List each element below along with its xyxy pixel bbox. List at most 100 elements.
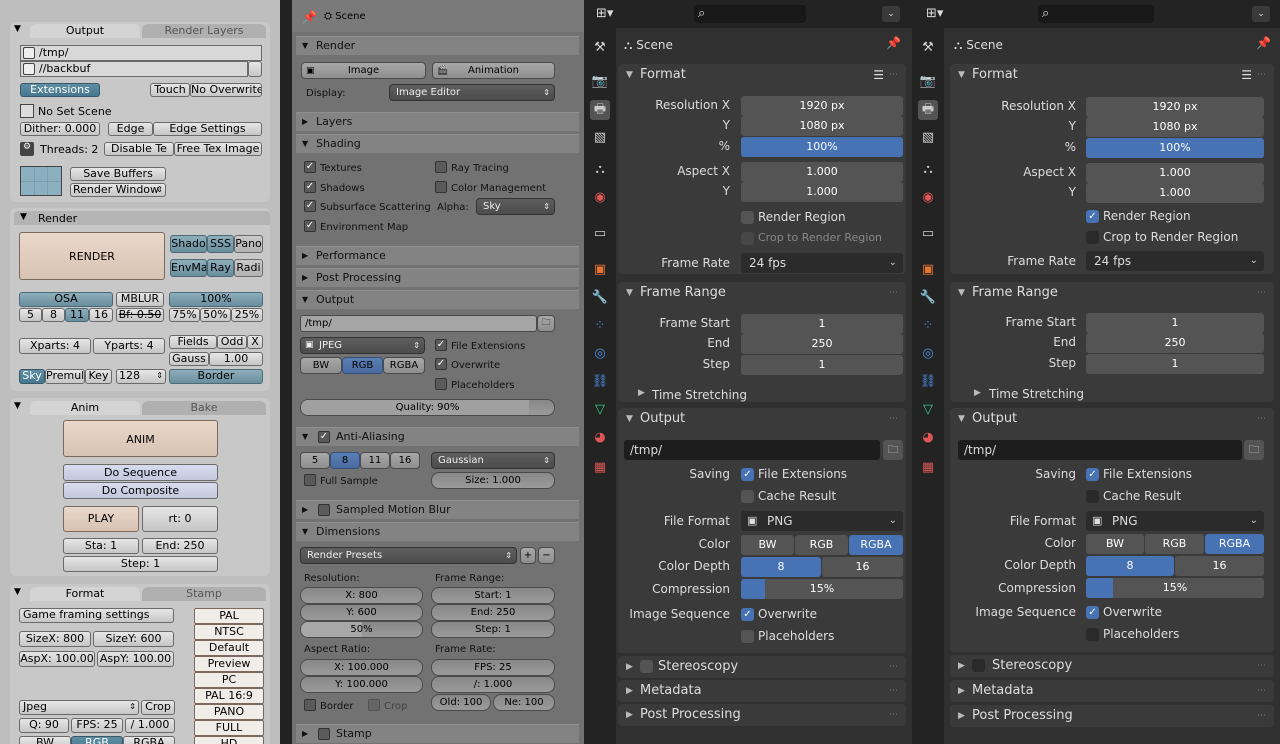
aspy-field[interactable]: AspY: 100.00	[97, 651, 174, 667]
pin-icon[interactable]: 📌	[1256, 36, 1271, 50]
resolution-percentage-slider[interactable]: 50%	[300, 621, 423, 638]
key-toggle[interactable]: Key	[85, 369, 112, 384]
resolution-x-field[interactable]: X: 800	[300, 587, 423, 604]
texture-tab-icon[interactable]: ▦	[590, 458, 610, 478]
material-tab-icon[interactable]: ◕	[590, 428, 610, 448]
tab-stamp[interactable]: Stamp	[142, 587, 266, 601]
save-buffers-toggle[interactable]: Save Buffers	[70, 167, 166, 181]
preset-button[interactable]: HD	[194, 736, 264, 744]
osa-toggle[interactable]: OSA	[19, 292, 113, 307]
color-depth-8-option[interactable]: 8	[1086, 556, 1174, 576]
aa-11-option[interactable]: 11	[360, 452, 390, 469]
aspect-y-field[interactable]: 1.000	[1086, 183, 1264, 203]
aspx-field[interactable]: AspX: 100.00	[19, 651, 95, 667]
aspect-y-field[interactable]: 1.000	[741, 182, 903, 202]
aa-8-option[interactable]: 8	[330, 452, 360, 469]
ray-toggle[interactable]: Ray	[207, 259, 234, 277]
data-tab-icon[interactable]: ▽	[918, 400, 938, 420]
object-tab-icon[interactable]: ▣	[918, 260, 938, 280]
file-extensions-checkbox[interactable]: ✓	[741, 468, 754, 481]
time-remap-old-field[interactable]: Old: 100	[431, 694, 491, 711]
output-tab-icon[interactable]: 🖶	[590, 100, 610, 120]
preset-button[interactable]: Preview	[194, 656, 264, 672]
overwrite-checkbox[interactable]: ✓	[741, 608, 754, 621]
anti-aliasing-panel-header[interactable]: ▼ ✓ Anti-Aliasing	[296, 427, 579, 446]
extensions-toggle[interactable]: Extensions	[20, 83, 100, 97]
radiosity-toggle[interactable]: Radi	[234, 259, 263, 277]
backbuf-toggle[interactable]	[248, 61, 262, 77]
frame-end-field[interactable]: 250	[741, 334, 903, 354]
texture-tab-icon[interactable]: ▦	[918, 458, 938, 478]
shading-panel-header[interactable]: ▼ Shading	[296, 134, 579, 153]
material-tab-icon[interactable]: ◕	[918, 428, 938, 448]
cache-result-checkbox[interactable]	[741, 490, 754, 503]
format-section-header[interactable]: ▼ Format ☰ ⋯	[950, 64, 1274, 86]
fps-field[interactable]: FPS: 25	[431, 659, 555, 676]
realtime-field[interactable]: rt: 0	[142, 506, 218, 532]
tab-format[interactable]: Format	[30, 587, 140, 601]
quality-slider[interactable]: Quality: 90%	[300, 399, 555, 416]
rgb-option[interactable]: RGB	[71, 736, 123, 744]
fps-field[interactable]: FPS: 25	[71, 718, 123, 733]
render-image-button[interactable]: ▣ Image	[301, 62, 426, 79]
collapse-triangle-icon[interactable]: ▼	[14, 587, 21, 597]
dither-field[interactable]: Dither: 0.000	[20, 122, 100, 136]
rgb-option[interactable]: RGB	[342, 357, 383, 374]
color-depth-16-option[interactable]: 16	[822, 557, 903, 577]
preset-button[interactable]: Default	[194, 640, 264, 656]
render-presets-select[interactable]: Render Presets ⇕	[300, 547, 517, 564]
output-path-field[interactable]: /tmp/	[20, 45, 262, 61]
particles-tab-icon[interactable]: ⁘	[918, 316, 938, 336]
sampled-motion-blur-panel-header[interactable]: ▶ Sampled Motion Blur	[296, 500, 579, 519]
output-section-header[interactable]: ▼ Output ⋯	[618, 408, 906, 430]
frame-range-section-header[interactable]: ▼ Frame Range ⋯	[618, 282, 906, 304]
osa-11-option[interactable]: 11	[65, 308, 89, 322]
tool-tab-icon[interactable]: ⚒	[918, 38, 938, 58]
textures-checkbox[interactable]: ✓	[304, 161, 316, 173]
preset-button[interactable]: PANO	[194, 704, 264, 720]
yparts-field[interactable]: Yparts: 4	[93, 338, 165, 354]
motion-blur-factor-field[interactable]: Bf: 0.50	[116, 308, 164, 322]
rgba-option[interactable]: RGBA	[123, 736, 175, 744]
search-input[interactable]: ⌕	[694, 5, 806, 23]
fields-toggle[interactable]: Fields	[169, 335, 217, 349]
tab-output[interactable]: Output	[30, 24, 140, 38]
folder-icon[interactable]: 🗀	[1244, 440, 1264, 460]
frame-start-field[interactable]: Start: 1	[431, 587, 555, 604]
sizey-field[interactable]: SizeY: 600	[93, 631, 174, 647]
aa-size-field[interactable]: Size: 1.000	[431, 472, 555, 489]
drag-handle-icon[interactable]: ⋯	[889, 282, 898, 304]
object-tab-icon[interactable]: ▣	[590, 260, 610, 280]
output-tab-icon[interactable]: 🖶	[918, 100, 938, 120]
folder-icon[interactable]: 🗀	[883, 440, 903, 460]
world-tab-icon[interactable]: ◉	[918, 188, 938, 208]
rgba-option[interactable]: RGBA	[849, 535, 903, 555]
resolution-percentage-slider[interactable]: 100%	[741, 137, 903, 157]
time-stretching-subpanel[interactable]: Time Stretching	[652, 388, 747, 402]
rgb-option[interactable]: RGB	[795, 535, 848, 555]
play-button[interactable]: PLAY	[63, 506, 139, 532]
resolution-y-field[interactable]: 1080 px	[741, 116, 903, 136]
time-remap-new-field[interactable]: Ne: 100	[493, 694, 555, 711]
crop-toggle[interactable]: Crop	[141, 700, 175, 715]
aa-16-option[interactable]: 16	[390, 452, 420, 469]
sampled-motion-blur-checkbox[interactable]	[318, 504, 330, 516]
cache-result-checkbox[interactable]	[1086, 490, 1099, 503]
metadata-section[interactable]: ▶ Metadata ⋯	[618, 680, 906, 702]
frame-step-field[interactable]: 1	[1086, 354, 1264, 374]
stereoscopy-checkbox[interactable]	[972, 659, 985, 672]
crop-checkbox[interactable]	[368, 699, 380, 711]
editor-type-icon[interactable]: ⊞▾	[926, 6, 943, 21]
collapse-triangle-icon[interactable]: ▼	[14, 401, 21, 411]
frame-start-field[interactable]: 1	[741, 314, 903, 334]
file-format-select[interactable]: ▣ PNG ⌄	[741, 511, 903, 531]
remove-preset-button[interactable]: −	[538, 547, 555, 564]
envmap-toggle[interactable]: EnvMa	[170, 259, 207, 277]
drag-handle-icon[interactable]: ⋯	[889, 408, 898, 430]
color-management-checkbox[interactable]	[435, 181, 447, 193]
data-tab-icon[interactable]: ▽	[590, 400, 610, 420]
folder-icon[interactable]	[23, 47, 35, 59]
quality-field[interactable]: Q: 90	[19, 718, 69, 733]
resolution-50-option[interactable]: 50%	[200, 308, 231, 322]
drag-handle-icon[interactable]: ⋯	[889, 64, 898, 86]
